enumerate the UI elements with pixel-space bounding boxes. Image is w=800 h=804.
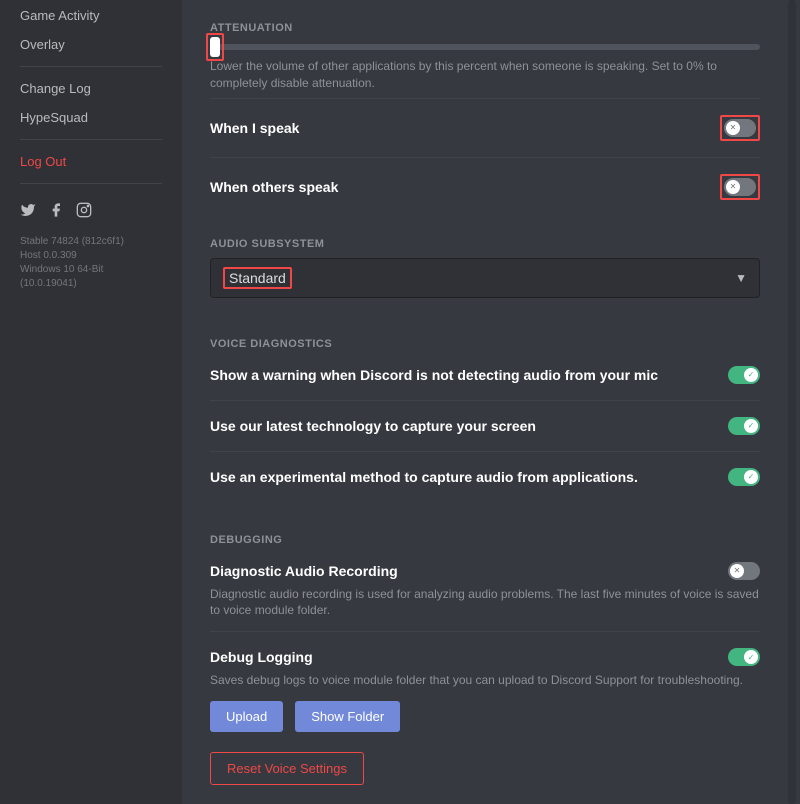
sidebar-item-overlay[interactable]: Overlay	[10, 31, 172, 58]
when-i-speak-label: When I speak	[210, 120, 299, 136]
upload-button[interactable]: Upload	[210, 701, 283, 732]
divider	[20, 183, 162, 184]
show-folder-button[interactable]: Show Folder	[295, 701, 400, 732]
sidebar-item-game-activity[interactable]: Game Activity	[10, 2, 172, 29]
toggle-when-i-speak[interactable]: ✕	[724, 119, 756, 137]
diag-recording-desc: Diagnostic audio recording is used for a…	[210, 586, 760, 620]
audio-subsystem-select[interactable]: Standard ▼	[210, 258, 760, 298]
settings-main: ATTENUATION Lower the volume of other ap…	[182, 0, 800, 804]
version-info: Stable 74824 (812c6f1) Host 0.0.309 Wind…	[10, 231, 172, 295]
check-icon: ✓	[744, 368, 758, 382]
sidebar-item-hypesquad[interactable]: HypeSquad	[10, 104, 172, 131]
sidebar-item-change-log[interactable]: Change Log	[10, 75, 172, 102]
attenuation-label: ATTENUATION	[210, 22, 760, 34]
chevron-down-icon: ▼	[735, 271, 747, 285]
reset-voice-settings-button[interactable]: Reset Voice Settings	[210, 752, 364, 785]
toggle-audio-capture[interactable]: ✓	[728, 468, 760, 486]
voice-diagnostics-label: VOICE DIAGNOSTICS	[210, 338, 760, 350]
x-icon: ✕	[726, 180, 740, 194]
audio-subsystem-value: Standard	[223, 267, 292, 289]
row-audio-capture: Use an experimental method to capture au…	[210, 451, 760, 502]
debug-buttons: Upload Show Folder	[210, 701, 760, 732]
instagram-icon[interactable]	[76, 202, 92, 221]
attenuation-slider[interactable]	[210, 44, 760, 50]
debug-logging-desc: Saves debug logs to voice module folder …	[210, 672, 760, 689]
x-icon: ✕	[730, 564, 744, 578]
settings-sidebar: Game Activity Overlay Change Log HypeSqu…	[0, 0, 182, 804]
when-others-speak-label: When others speak	[210, 179, 338, 195]
toggle-when-others-speak[interactable]: ✕	[724, 178, 756, 196]
sidebar-item-logout[interactable]: Log Out	[10, 148, 172, 175]
attenuation-desc: Lower the volume of other applications b…	[210, 58, 760, 92]
toggle-diag-recording[interactable]: ✕	[728, 562, 760, 580]
toggle-debug-logging[interactable]: ✓	[728, 648, 760, 666]
row-when-others-speak: When others speak ✕	[210, 157, 760, 216]
check-icon: ✓	[744, 419, 758, 433]
slider-thumb[interactable]	[210, 37, 220, 57]
x-icon: ✕	[726, 121, 740, 135]
check-icon: ✓	[744, 470, 758, 484]
row-mic-warning: Show a warning when Discord is not detec…	[210, 358, 760, 400]
screen-capture-label: Use our latest technology to capture you…	[210, 418, 536, 434]
twitter-icon[interactable]	[20, 202, 36, 221]
social-links	[10, 192, 172, 231]
scrollbar[interactable]	[788, 0, 796, 804]
row-screen-capture: Use our latest technology to capture you…	[210, 400, 760, 451]
divider	[20, 139, 162, 140]
row-when-i-speak: When I speak ✕	[210, 98, 760, 157]
divider	[20, 66, 162, 67]
audio-capture-label: Use an experimental method to capture au…	[210, 469, 638, 485]
check-icon: ✓	[744, 650, 758, 664]
toggle-mic-warning[interactable]: ✓	[728, 366, 760, 384]
facebook-icon[interactable]	[48, 202, 64, 221]
debugging-label: DEBUGGING	[210, 534, 760, 546]
toggle-screen-capture[interactable]: ✓	[728, 417, 760, 435]
debug-logging-label: Debug Logging	[210, 649, 313, 665]
diag-recording-label: Diagnostic Audio Recording	[210, 563, 398, 579]
mic-warning-label: Show a warning when Discord is not detec…	[210, 367, 658, 383]
audio-subsystem-label: AUDIO SUBSYSTEM	[210, 238, 760, 250]
